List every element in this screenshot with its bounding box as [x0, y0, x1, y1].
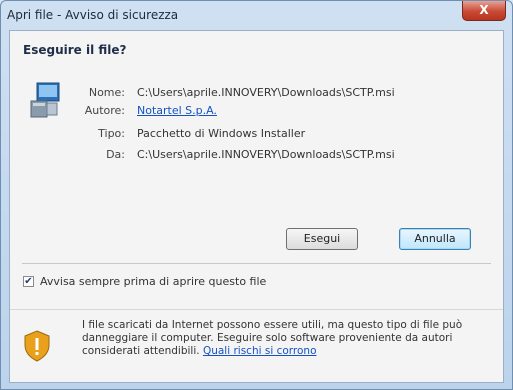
- run-button[interactable]: Esegui: [286, 228, 358, 250]
- field-row-author: Autore: Notartel S.p.A.: [10, 104, 505, 120]
- close-button[interactable]: X: [462, 1, 506, 21]
- file-source-value: C:\Users\aprile.INNOVERY\Downloads\SCTP.…: [137, 148, 395, 161]
- separator: [22, 263, 491, 264]
- file-name-value: C:\Users\aprile.INNOVERY\Downloads\SCTP.…: [137, 86, 395, 99]
- field-label: Da:: [106, 148, 125, 161]
- field-row-type: Tipo: Pacchetto di Windows Installer: [10, 127, 505, 143]
- warning-shield-icon: [24, 330, 50, 362]
- security-warning-window: Apri file - Avviso di sicurezza X Esegui…: [0, 0, 513, 390]
- risks-link[interactable]: Quali rischi si corrono: [203, 345, 317, 357]
- field-label: Tipo:: [98, 127, 125, 140]
- dialog-content: Eseguire il file? Nome: C:\Users\aprile.…: [9, 30, 504, 383]
- publisher-link[interactable]: Notartel S.p.A.: [137, 104, 217, 117]
- field-label: Nome:: [88, 86, 125, 99]
- file-type-value: Pacchetto di Windows Installer: [137, 127, 306, 140]
- field-row-from: Da: C:\Users\aprile.INNOVERY\Downloads\S…: [10, 148, 505, 164]
- title-bar[interactable]: Apri file - Avviso di sicurezza X: [1, 1, 512, 29]
- cancel-button[interactable]: Annulla: [399, 228, 471, 250]
- dialog-heading: Eseguire il file?: [23, 43, 127, 57]
- field-label: Autore:: [84, 104, 125, 117]
- always-warn-checkbox[interactable]: ✔: [23, 276, 34, 287]
- warning-text: I file scaricati da Internet possono ess…: [82, 319, 487, 358]
- always-warn-label[interactable]: Avvisa sempre prima di aprire questo fil…: [40, 275, 266, 288]
- window-title: Apri file - Avviso di sicurezza: [7, 8, 179, 22]
- field-row-name: Nome: C:\Users\aprile.INNOVERY\Downloads…: [10, 86, 505, 102]
- warning-panel: I file scaricati da Internet possono ess…: [10, 309, 503, 382]
